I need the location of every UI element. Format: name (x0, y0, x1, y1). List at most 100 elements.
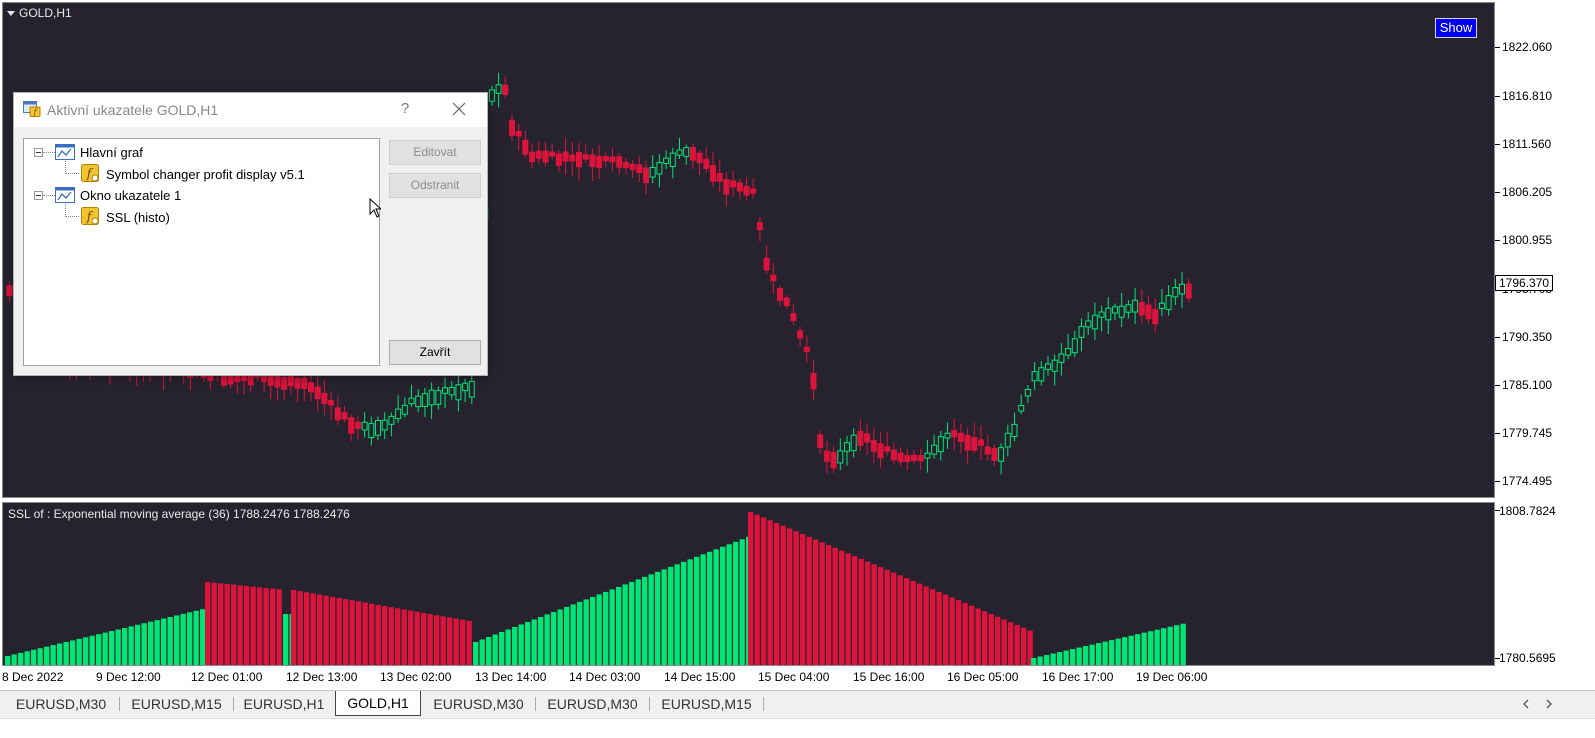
candle-body (455, 384, 462, 401)
histogram-bar (813, 539, 819, 665)
candle-body (978, 439, 984, 446)
histogram-bar (923, 586, 929, 665)
histogram-bar (148, 621, 154, 665)
candle-body (388, 415, 395, 425)
histogram-bar (187, 612, 193, 665)
status-strip (0, 718, 1595, 738)
histogram-bar (839, 550, 845, 665)
custom-indicator-icon: f (81, 164, 99, 182)
histogram-bar (774, 523, 780, 665)
time-label: 14 Dec 03:00 (569, 670, 641, 684)
candle-body (287, 375, 294, 387)
collapse-toggle[interactable] (34, 148, 43, 157)
histogram-bar (668, 566, 674, 665)
main-price-axis[interactable]: 1822.060 1816.810 1811.560 1806.205 1800… (1495, 2, 1595, 498)
histogram-bar (726, 544, 732, 665)
histogram-bar (956, 600, 962, 665)
histogram-bar (257, 587, 263, 665)
candle-body (341, 412, 348, 420)
histogram-bar (583, 599, 589, 665)
histogram-bar (557, 609, 563, 665)
time-axis[interactable]: 8 Dec 2022 9 Dec 12:00 12 Dec 01:00 12 D… (0, 666, 1595, 688)
chart-tab[interactable]: EURUSD,M30 (422, 693, 535, 715)
histogram-bar (655, 571, 661, 665)
chart-symbol-title[interactable]: GOLD,H1 (7, 6, 72, 20)
indicator-tree[interactable]: Hlavní graf f Symbol changer profit disp… (23, 138, 380, 366)
close-icon[interactable] (448, 97, 470, 121)
show-button[interactable]: Show (1435, 18, 1477, 38)
candle-body (616, 156, 623, 168)
candle-body (790, 313, 797, 321)
tree-item-symbol-changer[interactable]: Symbol changer profit display v5.1 (106, 164, 305, 184)
candle-body (636, 164, 643, 174)
chart-tab[interactable]: EURUSD,M15 (120, 693, 233, 715)
histogram-bar (787, 528, 793, 665)
dropdown-triangle-icon[interactable] (7, 10, 15, 16)
candle-body (1098, 311, 1105, 318)
candle-body (509, 120, 515, 136)
candle-body (817, 434, 824, 448)
histogram-bar (83, 637, 89, 665)
candle-body (442, 387, 448, 394)
candle-body (1085, 320, 1092, 328)
edit-button[interactable]: Editovat (389, 140, 481, 165)
candle-body (1011, 423, 1018, 437)
histogram-bar (1148, 631, 1154, 665)
histogram-bar (681, 561, 687, 665)
tab-scroll-left-icon[interactable] (1520, 697, 1532, 711)
candle-body (622, 162, 629, 169)
collapse-toggle[interactable] (34, 191, 43, 200)
dialog-titlebar[interactable]: f Aktivní ukazatele GOLD,H1 ? (14, 93, 487, 127)
candle-body (830, 451, 837, 469)
histogram-bar (205, 582, 211, 665)
histogram-bar (852, 556, 858, 665)
remove-button[interactable]: Odstranit (389, 173, 481, 198)
histogram-bar (382, 606, 388, 665)
histogram-bar (109, 631, 115, 665)
indicator-subwindow[interactable]: SSL of : Exponential moving average (36)… (2, 502, 1495, 666)
tab-scroll-right-icon[interactable] (1543, 697, 1555, 711)
histogram-bar (200, 609, 206, 665)
candle-body (1105, 307, 1112, 321)
histogram-bar (211, 582, 217, 665)
candle-body (542, 150, 549, 163)
histogram-bar (421, 612, 427, 665)
chart-tab-active[interactable]: GOLD,H1 (335, 691, 421, 716)
time-label: 12 Dec 01:00 (191, 670, 263, 684)
chart-tab[interactable]: EURUSD,H1 (234, 693, 334, 715)
candle-body (1018, 404, 1025, 412)
price-tick (1495, 481, 1500, 482)
chart-tab[interactable]: EURUSD,M30 (4, 693, 118, 715)
help-button[interactable]: ? (397, 100, 413, 117)
histogram-bar (1180, 623, 1186, 665)
candle-body (669, 152, 676, 168)
candle-body (1132, 299, 1139, 313)
histogram-bar (37, 648, 43, 665)
histogram-bar (427, 614, 433, 665)
candle-body (884, 446, 891, 452)
candle-body (730, 180, 737, 188)
histogram-bar (492, 634, 498, 665)
price-label: 1806.205 (1502, 185, 1553, 199)
histogram-bar (505, 629, 511, 665)
tree-connector (65, 173, 79, 174)
tree-item-ssl-histo[interactable]: SSL (histo) (106, 207, 170, 227)
custom-indicator-icon: f (81, 207, 99, 225)
active-indicators-dialog[interactable]: f Aktivní ukazatele GOLD,H1 ? Hlavní gra… (13, 92, 488, 376)
chart-tab[interactable]: EURUSD,M15 (650, 693, 763, 715)
time-label: 15 Dec 16:00 (853, 670, 925, 684)
histogram-bar (1109, 640, 1115, 665)
price-tick (1495, 337, 1500, 338)
candle-body (743, 185, 750, 196)
candle-body (777, 288, 783, 301)
histogram-bar (800, 534, 806, 665)
candle-body (904, 455, 911, 462)
histogram-bar (1037, 656, 1043, 665)
tree-item-indicator-window[interactable]: Okno ukazatele 1 (80, 185, 181, 205)
candle-body (1038, 367, 1045, 382)
tree-item-main-chart[interactable]: Hlavní graf (80, 142, 143, 162)
indicator-price-axis[interactable]: 1808.7824 1780.5695 (1495, 502, 1595, 666)
histogram-bar (707, 551, 713, 665)
close-dialog-button[interactable]: Zavřít (389, 340, 481, 365)
chart-tab[interactable]: EURUSD,M30 (536, 693, 649, 715)
